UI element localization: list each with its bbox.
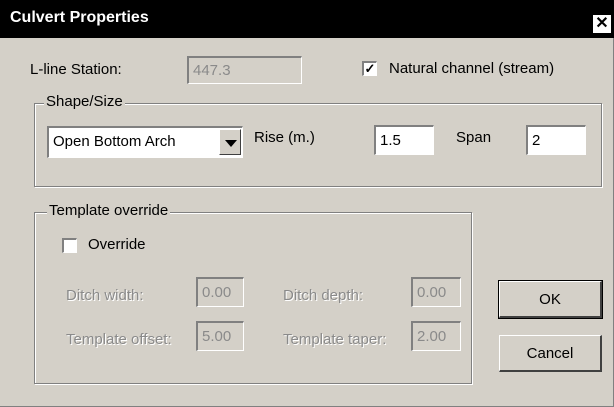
shape-dropdown[interactable]: Open Bottom Arch — [47, 126, 243, 158]
natural-channel-checkbox[interactable]: ✓ — [362, 61, 377, 76]
template-override-title: Template override — [47, 202, 171, 219]
ditch-width-label: Ditch width: — [66, 287, 144, 304]
close-icon: ✕ — [595, 15, 609, 32]
span-input[interactable] — [526, 125, 586, 155]
cancel-button[interactable]: Cancel — [499, 335, 602, 372]
ok-button[interactable]: OK — [498, 280, 603, 319]
rise-input[interactable] — [374, 125, 434, 155]
window-title: Culvert Properties — [10, 9, 149, 26]
ditch-depth-label: Ditch depth: — [283, 287, 364, 304]
template-offset-label: Template offset: — [66, 331, 172, 348]
lline-station-label: L-line Station: — [30, 61, 122, 78]
override-checkbox[interactable] — [62, 238, 77, 253]
lline-station-field[interactable] — [187, 56, 302, 84]
shape-size-title: Shape/Size — [44, 93, 125, 110]
check-icon: ✓ — [364, 61, 376, 76]
shape-dropdown-value: Open Bottom Arch — [53, 133, 176, 150]
override-label: Override — [88, 236, 146, 253]
ditch-width-field[interactable] — [196, 277, 244, 307]
natural-channel-label: Natural channel (stream) — [389, 60, 555, 77]
template-taper-field[interactable] — [411, 321, 461, 351]
title-bar: Culvert Properties ✕ — [0, 0, 614, 38]
close-button[interactable]: ✕ — [592, 14, 612, 34]
span-label: Span — [456, 129, 492, 146]
culvert-properties-dialog: Culvert Properties ✕ L-line Station: ✓ N… — [0, 0, 614, 407]
template-taper-label: Template taper: — [283, 331, 387, 348]
ditch-depth-field[interactable] — [411, 277, 461, 307]
template-offset-field[interactable] — [196, 321, 244, 351]
rise-label: Rise (m.) — [254, 129, 315, 146]
chevron-down-icon[interactable] — [219, 129, 241, 155]
